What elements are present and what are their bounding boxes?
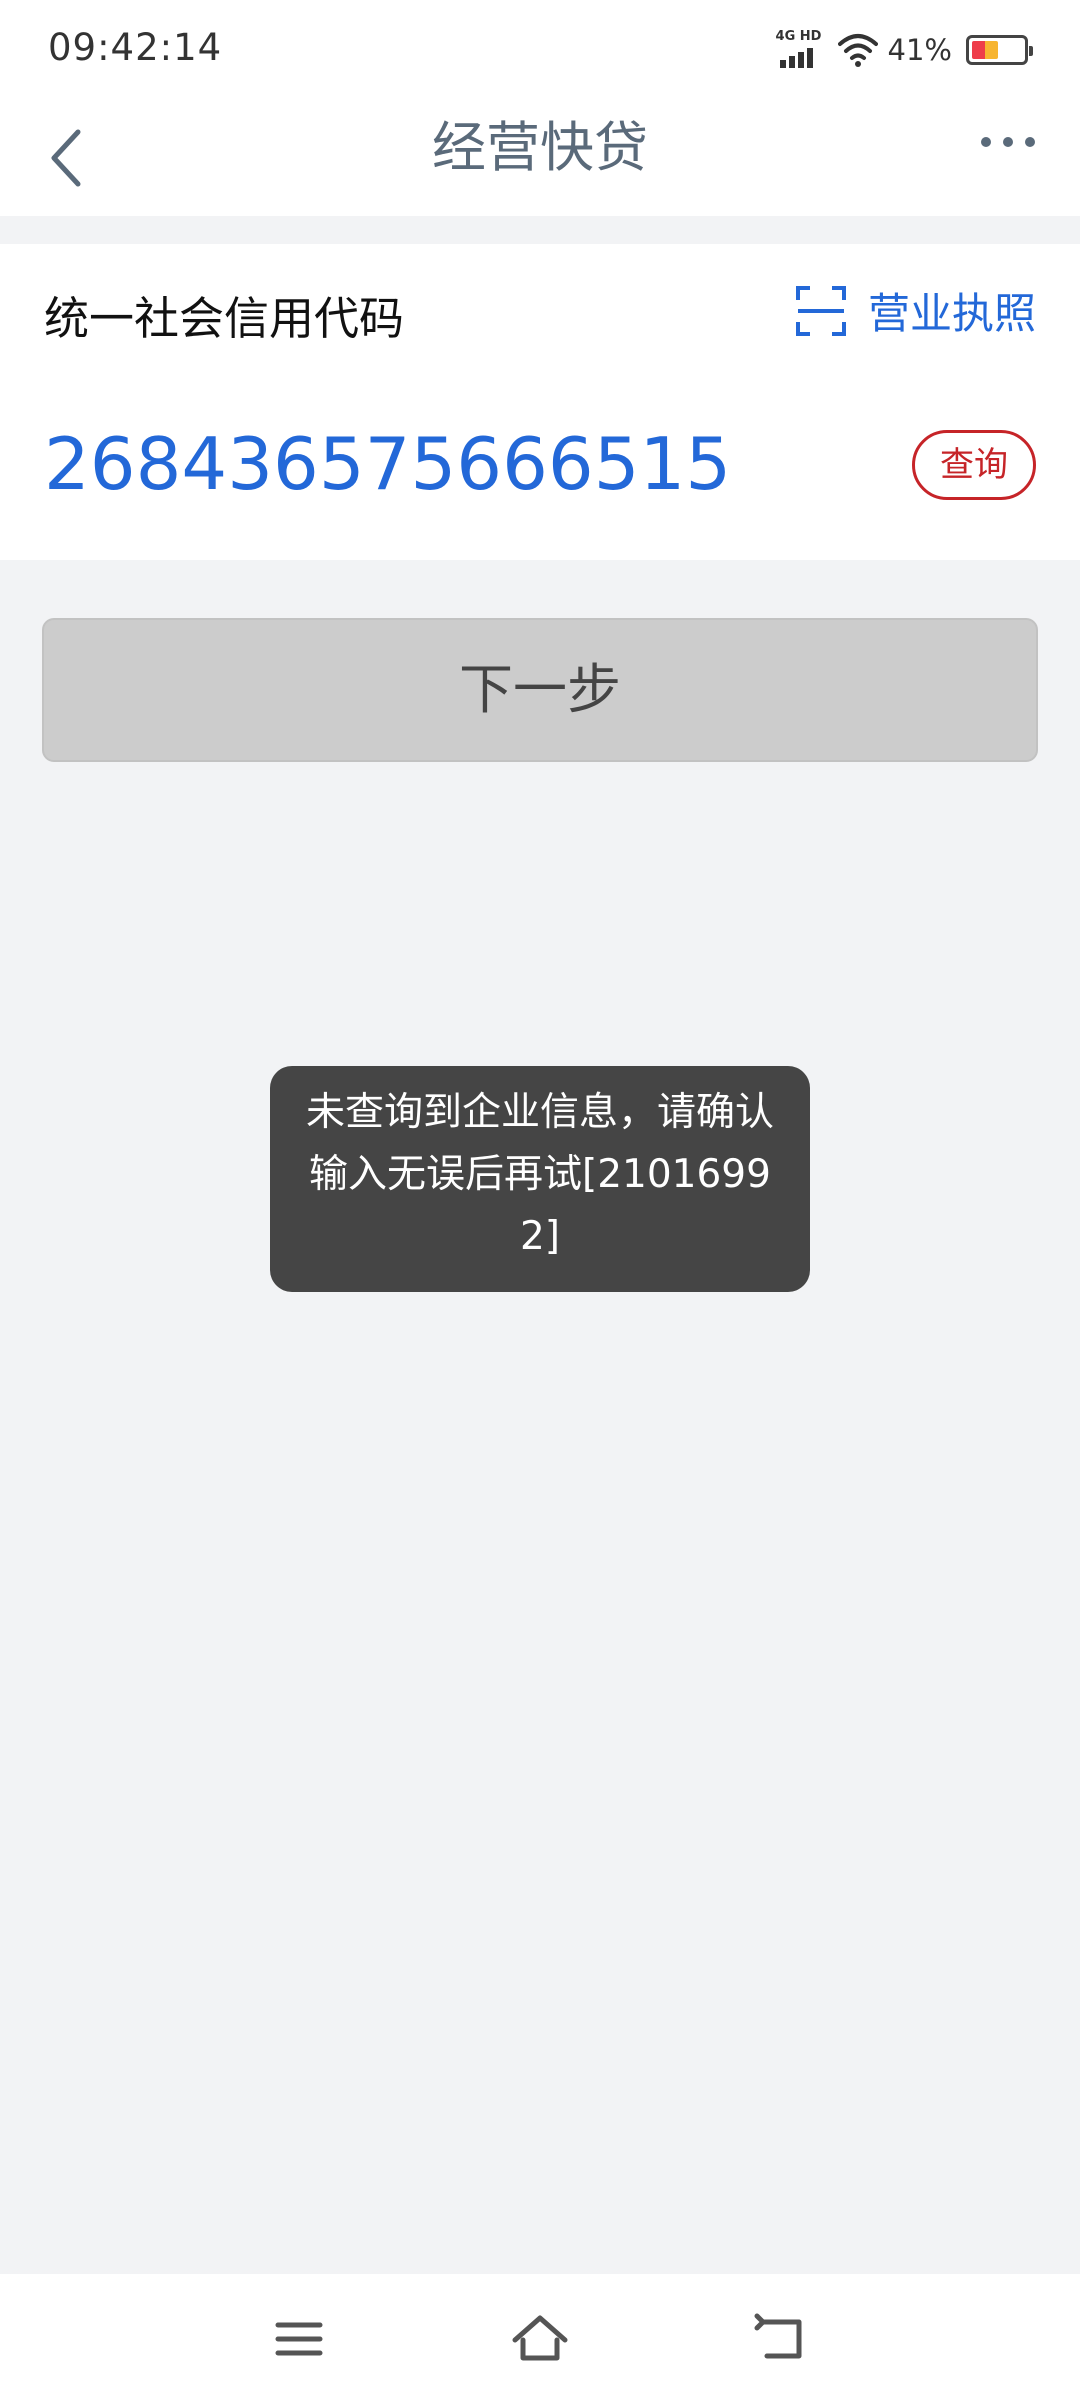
- back-icon: [754, 2313, 802, 2359]
- page-title: 经营快贷: [432, 116, 648, 179]
- error-toast: 未查询到企业信息，请确认输入无误后再试[21016992]: [270, 1066, 810, 1292]
- home-icon: [512, 2315, 568, 2361]
- status-time: 09:42:14: [48, 26, 223, 69]
- network-label: 4G HD: [775, 29, 822, 44]
- menu-icon: [275, 2322, 323, 2356]
- business-license-label: 营业执照: [867, 289, 1036, 338]
- next-step-button[interactable]: 下一步: [42, 618, 1038, 762]
- credit-code-card: 统一社会信用代码 营业执照 268436575666515 查询: [0, 244, 1080, 560]
- query-button[interactable]: 查询: [912, 430, 1036, 500]
- credit-code-input[interactable]: 268436575666515: [44, 422, 731, 506]
- credit-code-label: 统一社会信用代码: [44, 292, 405, 345]
- more-dots-icon: [981, 137, 1035, 147]
- system-nav-bar: [0, 2274, 1080, 2400]
- status-bar: 09:42:14 4G HD 41%: [0, 0, 1080, 96]
- system-back-button[interactable]: [745, 2304, 815, 2374]
- home-button[interactable]: [505, 2304, 575, 2374]
- more-button[interactable]: [970, 116, 1050, 186]
- business-license-scan-button[interactable]: 营业执照: [794, 280, 1036, 341]
- battery-percent: 41%: [887, 33, 952, 67]
- signal-icon: 4G HD: [776, 30, 824, 70]
- battery-icon: [966, 35, 1033, 65]
- status-icons: 4G HD 41%: [776, 30, 1033, 70]
- nav-bar: 经营快贷: [0, 96, 1080, 216]
- wifi-icon: [837, 34, 878, 67]
- recent-apps-button[interactable]: [264, 2304, 334, 2374]
- scan-icon: [795, 285, 846, 336]
